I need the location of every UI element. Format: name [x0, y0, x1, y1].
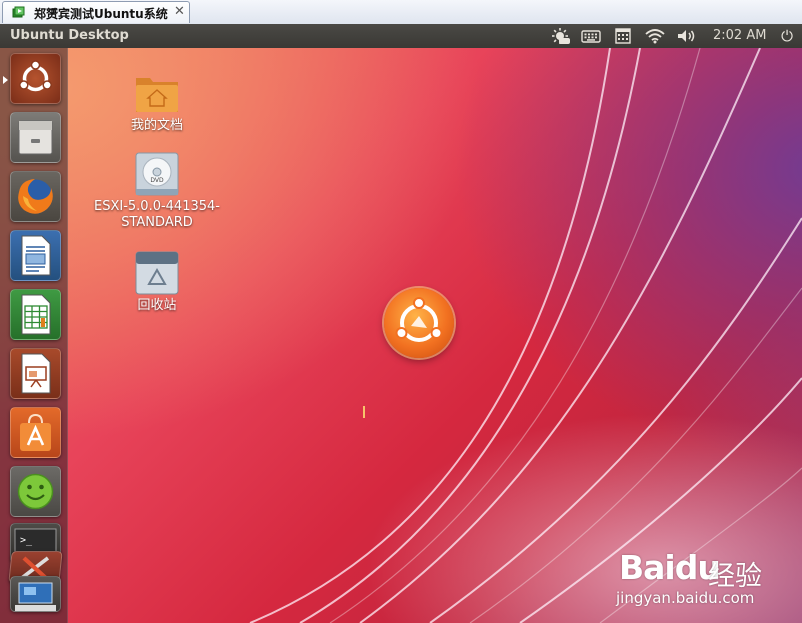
dvd-disc-label: DVD: [150, 177, 164, 184]
desktop-icon-label: ESXI-5.0.0-441354- STANDARD: [92, 199, 222, 231]
launcher-writer[interactable]: [10, 230, 61, 281]
watermark-brand: Baidu: [619, 548, 721, 587]
presentation-icon: [21, 353, 51, 394]
launcher: >_: [0, 48, 68, 623]
text-cursor: [363, 406, 365, 418]
desktop[interactable]: 我的文档 DVD ESXI-5.0.0-441354- STANDARD 回收站: [0, 48, 802, 623]
ubuntu-circle-logo-icon: [384, 288, 454, 358]
launcher-files[interactable]: [10, 112, 61, 163]
keyboard-icon[interactable]: [580, 27, 602, 45]
document-icon: [21, 235, 51, 276]
workspace-icon: [15, 582, 56, 611]
top-panel: Ubuntu Desktop 2:02 AM ⏻: [0, 24, 802, 48]
home-folder-icon: [134, 70, 180, 116]
wifi-icon[interactable]: [644, 27, 666, 45]
weather-sun-icon[interactable]: [549, 27, 571, 45]
launcher-software-center[interactable]: [10, 407, 61, 458]
session-menu-icon[interactable]: ⏻: [777, 27, 797, 45]
vm-tab-strip: 郑赟宾测试Ubuntu系统 ✕: [0, 0, 802, 25]
launcher-impress[interactable]: [10, 348, 61, 399]
launcher-calc[interactable]: [10, 289, 61, 340]
smiley-icon: [17, 473, 54, 510]
ubuntu-logo-icon: [19, 60, 52, 92]
desktop-icon-dvd[interactable]: DVD ESXI-5.0.0-441354- STANDARD: [92, 151, 222, 231]
launcher-firefox[interactable]: [10, 171, 61, 222]
desktop-icon-trash[interactable]: 回收站: [92, 250, 222, 314]
terminal-prompt: >_: [20, 535, 33, 546]
volume-icon[interactable]: [676, 27, 698, 45]
desktop-icon-label-line1: ESXI-5.0.0-441354-: [94, 199, 220, 214]
launcher-dash-home[interactable]: [10, 53, 61, 104]
calendar-icon[interactable]: [612, 27, 634, 45]
window-title: Ubuntu Desktop: [10, 28, 129, 43]
vm-tab[interactable]: 郑赟宾测试Ubuntu系统 ✕: [2, 1, 190, 23]
launcher-active-pip: [3, 76, 8, 84]
launcher-workspace[interactable]: [10, 576, 61, 612]
shopping-bag-icon: [20, 413, 51, 451]
spreadsheet-icon: [21, 294, 51, 335]
desktop-icon-label: 我的文档: [130, 118, 183, 133]
baidu-watermark: Baidu 经验 jingyan.baidu.com: [612, 538, 802, 623]
desktop-icon-label-line2: STANDARD: [121, 215, 193, 230]
clock[interactable]: 2:02 AM: [713, 28, 766, 43]
virtual-machine-icon: [12, 6, 25, 18]
desktop-icon-label: 回收站: [137, 298, 177, 313]
launcher-ubuntu-one[interactable]: [10, 466, 61, 517]
firefox-icon: [18, 179, 53, 214]
watermark-url: jingyan.baidu.com: [616, 589, 755, 607]
watermark-cn: 经验: [708, 561, 762, 592]
vm-tab-title: 郑赟宾测试Ubuntu系统: [34, 7, 168, 21]
file-cabinet-icon: [18, 120, 53, 155]
desktop-icon-home-folder[interactable]: 我的文档: [92, 70, 222, 134]
close-tab-icon[interactable]: ✕: [174, 4, 185, 19]
dvd-icon: DVD: [134, 151, 180, 197]
watermark-brand-bai: Bai: [619, 548, 676, 587]
trash-icon: [134, 250, 180, 296]
